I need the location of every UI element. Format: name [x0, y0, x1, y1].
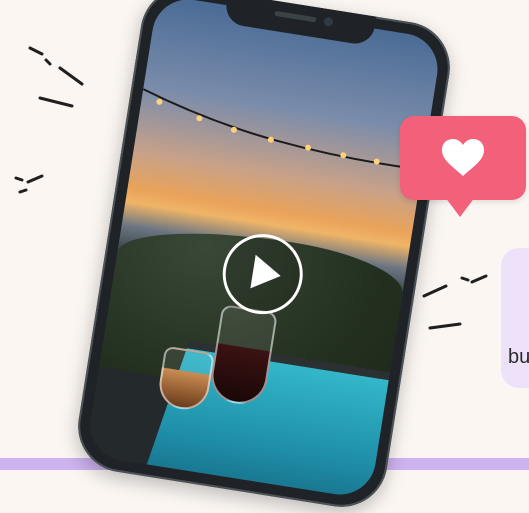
doodle-lines-left-mid	[14, 174, 44, 194]
like-bubble[interactable]	[400, 116, 526, 200]
like-bubble-tail	[442, 193, 478, 217]
doodle-lines-right	[422, 274, 488, 330]
phone-camera	[323, 16, 334, 27]
string-lights	[142, 88, 423, 171]
heart-icon	[442, 139, 484, 176]
doodle-lines-left-top	[28, 46, 84, 108]
video-screen[interactable]	[85, 0, 443, 500]
phone-speaker	[274, 10, 317, 23]
side-text: bu	[508, 346, 529, 368]
phone-frame	[71, 0, 457, 513]
phone-mockup	[71, 0, 457, 513]
